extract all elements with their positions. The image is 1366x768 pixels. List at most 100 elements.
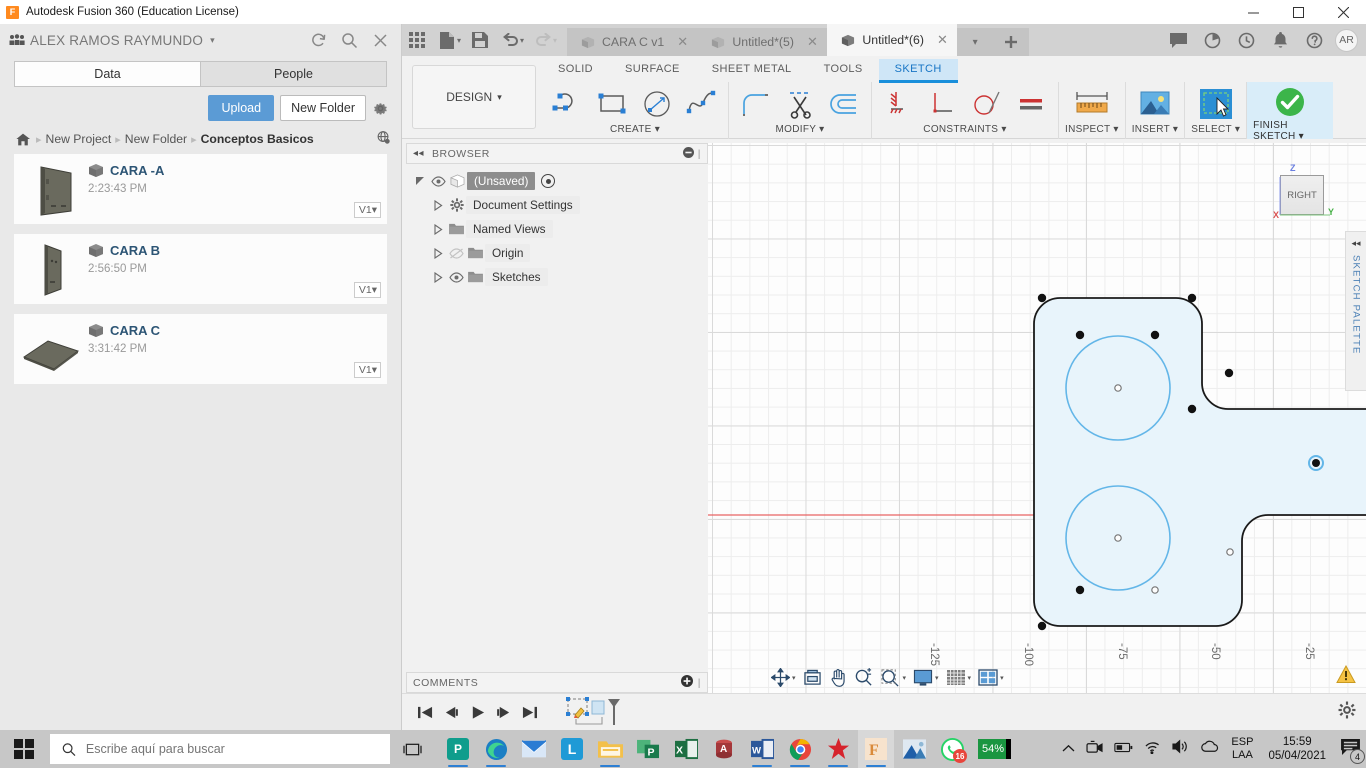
breadcrumb-item-folder[interactable]: New Folder: [125, 132, 187, 146]
timeline-play-icon[interactable]: [464, 699, 490, 725]
taskbar-app-word[interactable]: W: [744, 730, 780, 768]
chevron-down-icon[interactable]: ▾: [903, 674, 907, 682]
circle-icon[interactable]: [636, 86, 678, 122]
doc-tab-untitled-6[interactable]: Untitled*(6) ✕: [827, 24, 958, 56]
visibility-eye-icon[interactable]: [447, 271, 466, 283]
insert-image-icon[interactable]: [1134, 86, 1176, 122]
taskbar-app-fusion360[interactable]: F: [858, 730, 894, 768]
timeline-last-icon[interactable]: [516, 699, 542, 725]
tab-overflow-button[interactable]: ▾: [957, 28, 994, 56]
activate-component-icon[interactable]: [541, 174, 556, 188]
refresh-icon[interactable]: [309, 31, 327, 49]
taskbar-app-autodesk[interactable]: [820, 730, 856, 768]
spline-icon[interactable]: [680, 86, 722, 122]
help-icon[interactable]: [1297, 24, 1331, 56]
chevron-down-icon[interactable]: ▾: [520, 36, 524, 45]
sketch-palette-tab[interactable]: ◂◂ SKETCH PALETTE: [1345, 231, 1366, 391]
webcam-icon[interactable]: [1086, 740, 1103, 759]
recent-icon[interactable]: [1229, 24, 1263, 56]
select-icon[interactable]: [1195, 86, 1237, 122]
chevron-down-icon[interactable]: ▾: [457, 36, 461, 45]
tree-node-named-views[interactable]: Named Views: [412, 217, 712, 241]
search-input[interactable]: [85, 742, 378, 756]
sketch-canvas[interactable]: -125 -100 -75 -50 -25 75 50 25 RIGHT Z Y…: [708, 143, 1366, 693]
comments-bar[interactable]: COMMENTS |: [406, 672, 708, 693]
chevron-down-icon[interactable]: ▾: [553, 36, 557, 45]
taskbar-app-lightshot[interactable]: L: [554, 730, 590, 768]
app-grid-icon[interactable]: [402, 24, 432, 56]
expand-arrow-icon[interactable]: [412, 176, 429, 187]
expand-arrow-icon[interactable]: [430, 199, 447, 211]
ribbon-group-label-insert[interactable]: INSERT ▾: [1132, 124, 1179, 137]
gear-icon[interactable]: [372, 100, 389, 117]
team-icon[interactable]: [8, 32, 26, 48]
chevron-down-icon[interactable]: ▾: [968, 674, 972, 682]
battery-icon[interactable]: [1114, 740, 1133, 758]
taskbar-app-powerpoint[interactable]: P: [630, 730, 666, 768]
taskbar-app-whatsapp[interactable]: 16: [934, 730, 970, 768]
visibility-eye-icon[interactable]: [429, 175, 448, 187]
fillet-icon[interactable]: [735, 86, 777, 122]
item-name[interactable]: CARA C: [110, 323, 160, 338]
measure-icon[interactable]: [1071, 86, 1113, 122]
timeline-settings-gear-icon[interactable]: [1338, 701, 1356, 724]
taskbar-search[interactable]: [50, 734, 390, 764]
collapse-icon[interactable]: ◂◂: [1351, 238, 1360, 249]
version-dropdown[interactable]: V1▾: [353, 282, 381, 298]
ribbon-group-label-modify[interactable]: MODIFY ▾: [776, 124, 825, 137]
close-button[interactable]: [1321, 0, 1366, 24]
fix-ground-icon[interactable]: [878, 86, 920, 122]
visibility-hidden-eye-icon[interactable]: [447, 247, 466, 259]
display-settings-icon[interactable]: ▾: [910, 666, 942, 690]
start-button[interactable]: [0, 730, 48, 768]
zoom-icon[interactable]: [851, 666, 876, 690]
tab-data[interactable]: Data: [14, 61, 201, 87]
version-dropdown[interactable]: V1▾: [353, 202, 381, 218]
item-name[interactable]: CARA -A: [110, 163, 164, 178]
ribbon-group-label-constraints[interactable]: CONSTRAINTS ▾: [923, 124, 1006, 137]
clock[interactable]: 15:59 05/04/2021: [1268, 735, 1326, 763]
taskbar-app-publisher[interactable]: P: [440, 730, 476, 768]
ribbon-group-label-select[interactable]: SELECT ▾: [1191, 124, 1240, 137]
ribbon-tab-sheet-metal[interactable]: SHEET METAL: [696, 59, 808, 83]
add-comment-icon[interactable]: [680, 675, 693, 690]
browser-resize-handle[interactable]: |: [698, 148, 701, 160]
doc-tab-untitled-5[interactable]: Untitled*(5) ✕: [697, 28, 828, 56]
globe-icon[interactable]: [376, 130, 391, 148]
battery-percent-indicator[interactable]: 54%: [978, 739, 1012, 759]
ribbon-tab-tools[interactable]: TOOLS: [808, 59, 879, 83]
expand-arrow-icon[interactable]: [430, 247, 447, 259]
comments-resize-handle[interactable]: |: [698, 677, 701, 689]
list-item[interactable]: CARA C 3:31:42 PM V1▾: [14, 314, 387, 384]
taskbar-app-file-explorer[interactable]: [592, 730, 628, 768]
new-tab-button[interactable]: [993, 28, 1030, 56]
close-panel-icon[interactable]: [371, 31, 389, 49]
chevron-down-icon[interactable]: ▾: [935, 674, 939, 682]
show-hidden-icons-icon[interactable]: [1062, 740, 1075, 758]
minimize-browser-icon[interactable]: [682, 146, 694, 161]
search-icon[interactable]: [340, 31, 358, 49]
finish-sketch-icon[interactable]: [1269, 84, 1311, 120]
notification-bell-icon[interactable]: [1263, 24, 1297, 56]
volume-icon[interactable]: [1172, 739, 1190, 759]
collapse-browser-icon[interactable]: ◂◂: [413, 148, 424, 159]
taskbar-app-photos[interactable]: [896, 730, 932, 768]
look-at-icon[interactable]: [800, 666, 825, 690]
tree-node-origin[interactable]: Origin: [412, 241, 712, 265]
pan-hand-icon[interactable]: [826, 666, 850, 690]
comments-icon[interactable]: [1161, 24, 1195, 56]
language-indicator[interactable]: ESP LAA: [1231, 736, 1253, 762]
timeline-prev-icon[interactable]: [438, 699, 464, 725]
task-view-button[interactable]: [390, 730, 434, 768]
taskbar-app-excel[interactable]: X: [668, 730, 704, 768]
taskbar-app-access[interactable]: A: [706, 730, 742, 768]
chevron-down-icon[interactable]: ▾: [210, 35, 215, 46]
timeline-feature-group[interactable]: [564, 695, 622, 729]
job-status-icon[interactable]: [1195, 24, 1229, 56]
minimize-button[interactable]: [1231, 0, 1276, 24]
taskbar-app-edge[interactable]: [478, 730, 514, 768]
tab-people[interactable]: People: [201, 61, 387, 87]
view-cube[interactable]: RIGHT Z Y X: [1272, 163, 1338, 227]
create-sketch-icon[interactable]: [548, 86, 590, 122]
chevron-down-icon[interactable]: ▾: [792, 674, 796, 682]
